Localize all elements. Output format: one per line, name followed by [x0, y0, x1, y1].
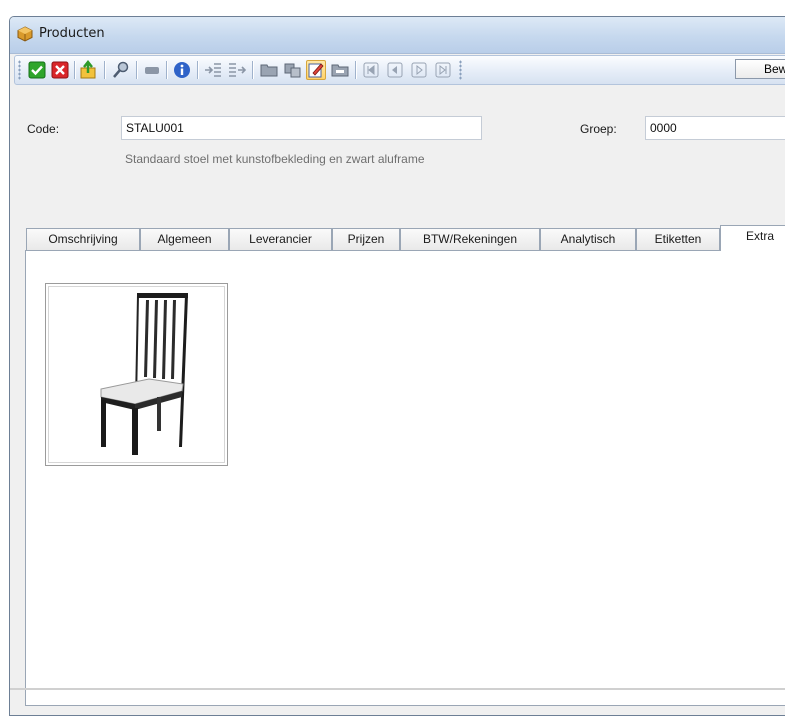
ok-button[interactable]	[27, 60, 47, 80]
tab-etiketten[interactable]: Etiketten	[636, 228, 720, 250]
toolbar: Bew	[14, 55, 785, 85]
cancel-button[interactable]	[50, 60, 70, 80]
folder-icon	[331, 64, 349, 77]
tab-extra[interactable]: Extra	[720, 225, 785, 251]
package-icon	[17, 26, 33, 42]
next-record-icon	[411, 62, 427, 78]
last-record-button[interactable]	[433, 60, 453, 80]
indent-icon	[205, 63, 221, 77]
toolbar-separator	[74, 61, 76, 79]
minus-icon	[145, 67, 159, 74]
copy-button[interactable]	[283, 60, 303, 80]
info-button[interactable]	[172, 60, 192, 80]
product-image-frame[interactable]	[45, 283, 228, 466]
toolbar-separator	[166, 61, 168, 79]
edit-button[interactable]	[306, 60, 326, 80]
tab-prijzen[interactable]: Prijzen	[332, 228, 400, 250]
product-image-inner-border	[48, 286, 225, 463]
outdent-button[interactable]	[227, 60, 247, 80]
toolbar-grip[interactable]	[459, 60, 462, 80]
ok-icon	[28, 61, 46, 79]
search-icon	[113, 61, 129, 78]
toolbar-separator	[136, 61, 138, 79]
previous-record-button[interactable]	[385, 60, 405, 80]
search-button[interactable]	[111, 60, 131, 80]
edit-icon	[308, 63, 324, 78]
product-description: Standaard stoel met kunstofbekleding en …	[125, 152, 425, 166]
tab-btw-rekeningen[interactable]: BTW/Rekeningen	[400, 228, 540, 250]
copy-icon	[284, 63, 301, 78]
export-icon	[80, 60, 96, 79]
tab-algemeen[interactable]: Algemeen	[140, 228, 229, 250]
cancel-icon	[51, 61, 69, 79]
groep-label: Groep:	[580, 122, 617, 136]
outdent-icon	[229, 63, 247, 77]
window-title: Producten	[39, 26, 105, 41]
info-icon	[174, 62, 190, 78]
indent-button[interactable]	[203, 60, 223, 80]
minus-button[interactable]	[142, 60, 162, 80]
toolbar-separator	[197, 61, 199, 79]
groep-field[interactable]: 0000	[645, 116, 785, 140]
chair-image	[100, 293, 188, 455]
code-field[interactable]: STALU001	[121, 116, 482, 140]
next-record-button[interactable]	[409, 60, 429, 80]
status-bar-edge	[10, 688, 785, 690]
first-record-button[interactable]	[361, 60, 381, 80]
toolbar-separator	[355, 61, 357, 79]
folder-button[interactable]	[330, 60, 350, 80]
tab-analytisch[interactable]: Analytisch	[540, 228, 636, 250]
previous-record-icon	[387, 62, 403, 78]
toolbar-separator	[104, 61, 106, 79]
tab-leverancier[interactable]: Leverancier	[229, 228, 332, 250]
open-folder-button[interactable]	[259, 60, 279, 80]
last-record-icon	[435, 62, 451, 78]
first-record-icon	[363, 62, 379, 78]
export-button[interactable]	[79, 60, 99, 80]
producten-window: Producten Be Code: STALU001 Groep: 0000 …	[9, 16, 785, 716]
title-bar[interactable]: Producten	[10, 17, 785, 54]
code-label: Code:	[27, 122, 60, 136]
tab-omschrijving[interactable]: Omschrijving	[26, 228, 140, 250]
edit-mode-button[interactable]: Bew	[735, 59, 785, 79]
toolbar-separator	[252, 61, 254, 79]
toolbar-grip[interactable]	[18, 60, 21, 80]
extra-tab-panel	[25, 250, 785, 706]
open-folder-icon	[260, 64, 278, 77]
